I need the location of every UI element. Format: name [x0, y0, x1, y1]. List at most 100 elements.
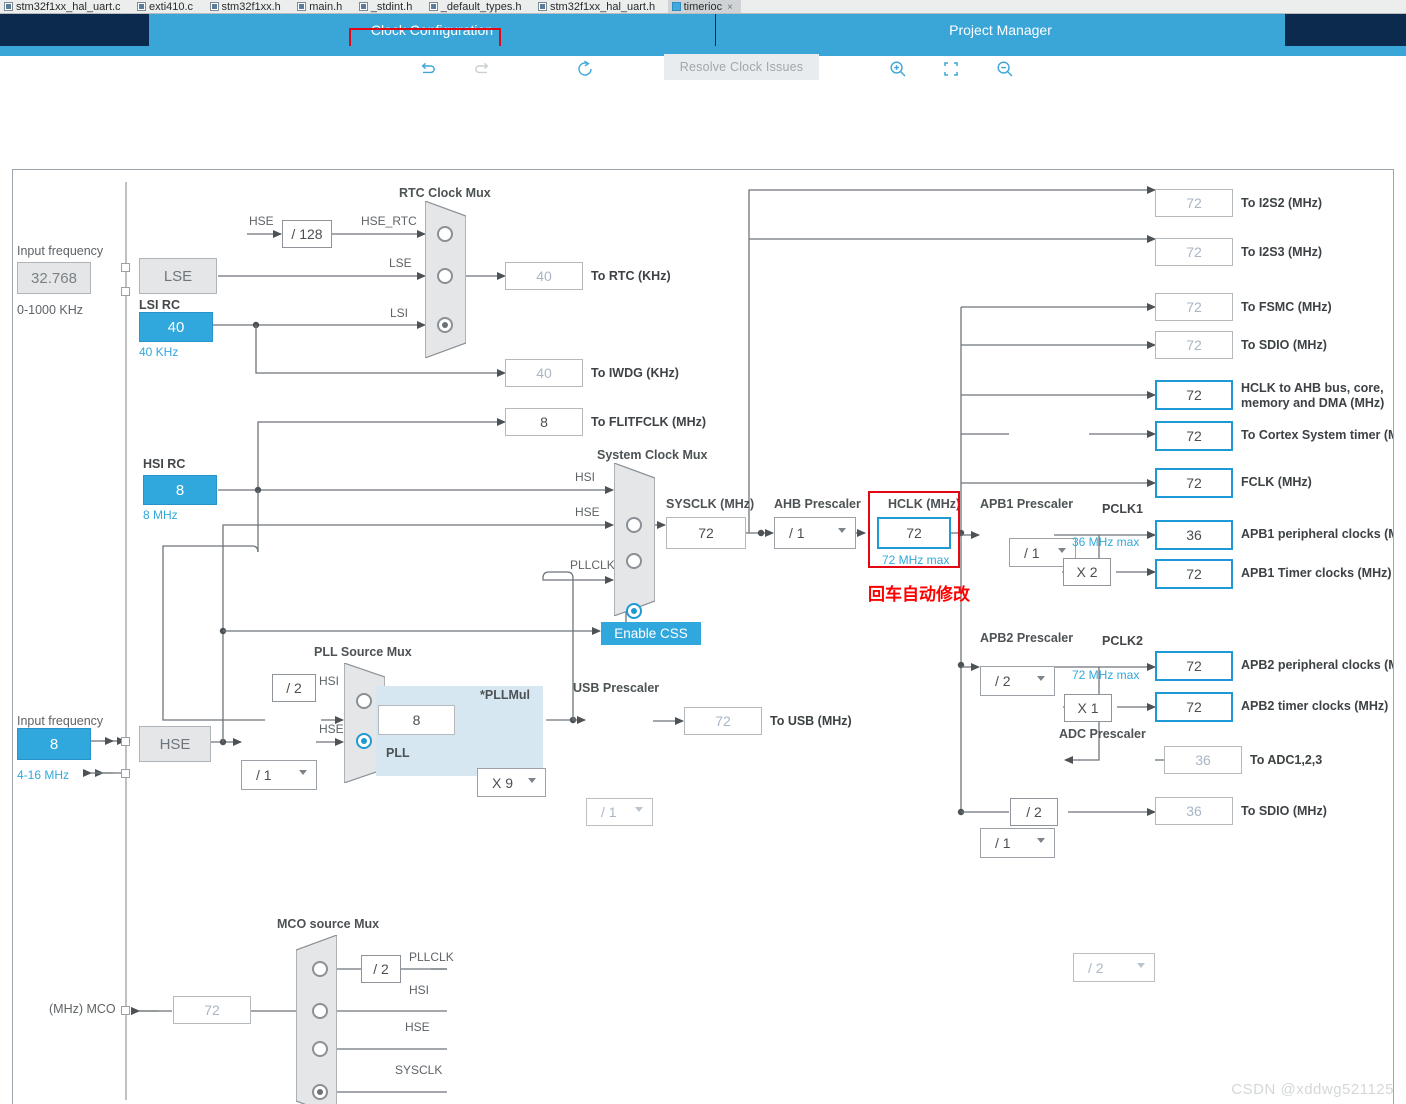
- hse-divider-select[interactable]: / 1: [241, 760, 317, 790]
- tab-clock-configuration-label: Clock Configuration: [370, 22, 494, 38]
- hse-pin-out: [121, 769, 130, 778]
- hclk-field[interactable]: 72: [877, 517, 951, 549]
- fit-to-screen-icon[interactable]: [937, 55, 965, 83]
- system-clock-mux-shape: [614, 463, 655, 616]
- pll-source-mux-title: PLL Source Mux: [314, 645, 412, 659]
- enable-css-button[interactable]: Enable CSS: [601, 622, 701, 645]
- h-file-icon: [537, 2, 547, 11]
- hse-rtc-divider: / 128: [282, 220, 332, 248]
- rtc-clock-mux[interactable]: [425, 201, 466, 358]
- apb2-prescaler-title: APB2 Prescaler: [980, 631, 1074, 645]
- editor-tab-label: timerioc: [683, 1, 723, 13]
- resolve-clock-issues-button[interactable]: Resolve Clock Issues: [664, 54, 819, 80]
- usb-prescaler-select[interactable]: / 1: [586, 798, 653, 826]
- output-field: 72: [1155, 380, 1233, 410]
- chevron-down-icon: [1037, 838, 1046, 847]
- output-field: 36: [1164, 746, 1242, 774]
- apb1-prescaler-select[interactable]: / 2: [980, 666, 1055, 696]
- editor-tab[interactable]: exti410.c: [133, 0, 202, 13]
- usb-prescaler-value: / 1: [601, 804, 617, 820]
- sysclk-mux-option-pllclk-selected[interactable]: [626, 603, 642, 619]
- redo-icon[interactable]: [468, 55, 496, 83]
- apb1-prescaler-title: APB1 Prescaler: [980, 497, 1074, 511]
- close-icon[interactable]: ×: [727, 2, 733, 13]
- output-field: 72: [1155, 421, 1233, 451]
- chevron-down-icon: [1137, 962, 1146, 972]
- hse-divider-value: / 1: [256, 767, 272, 783]
- pll-hsi-divider: / 2: [272, 674, 316, 702]
- resolve-clock-issues-label: Resolve Clock Issues: [679, 60, 804, 74]
- hse-oscillator[interactable]: HSE: [139, 726, 211, 762]
- output-label: To SDIO (MHz): [1241, 338, 1327, 352]
- h-file-icon: [209, 2, 219, 11]
- chinese-annotation: 回车自动修改: [868, 585, 970, 605]
- pll-input-field: 8: [378, 705, 455, 735]
- mco-mux-option-sysclk-selected[interactable]: [312, 1084, 328, 1100]
- mco-output-field: 72: [173, 996, 251, 1024]
- mco-mux-option-hse[interactable]: [312, 1041, 328, 1057]
- pll-source-mux-option-hsi[interactable]: [356, 693, 372, 709]
- hse-input-frequency-field[interactable]: 8: [17, 728, 91, 760]
- editor-tab-strip[interactable]: stm32f1xx_hal_uart.c exti410.c stm32f1xx…: [0, 0, 1406, 14]
- sysclk-title: SYSCLK (MHz): [666, 497, 755, 511]
- mco-mux-option-pllclk[interactable]: [312, 961, 328, 977]
- editor-tab-active[interactable]: timerioc ×: [667, 0, 741, 13]
- hsi-rc-unit-label: 8 MHz: [143, 508, 178, 522]
- output-field: 72: [1155, 238, 1233, 266]
- apb2-prescaler-select[interactable]: / 1: [980, 828, 1055, 858]
- output-field: 36: [1155, 520, 1233, 550]
- editor-tab[interactable]: stm32f1xx_hal_uart.c: [0, 0, 129, 13]
- sysclk-mux-option-hse[interactable]: [626, 553, 642, 569]
- wire-label-lsi: LSI: [390, 306, 409, 320]
- mco-mux-option-hsi[interactable]: [312, 1003, 328, 1019]
- wire-label-hse: HSE: [249, 214, 274, 228]
- hse-input-frequency-label: Input frequency: [17, 714, 104, 728]
- adc-prescaler-select[interactable]: / 2: [1073, 953, 1155, 982]
- sysclk-field: 72: [666, 517, 746, 549]
- chevron-down-icon: [838, 528, 847, 537]
- tab-clock-configuration[interactable]: Clock Configuration: [149, 14, 715, 46]
- editor-tab[interactable]: stm32f1xx.h: [205, 0, 289, 13]
- output-field: 72: [1155, 651, 1233, 681]
- tab-project-manager-label: Project Manager: [949, 22, 1052, 38]
- rtc-mux-option-lsi-selected[interactable]: [437, 317, 453, 333]
- rtc-mux-option-lse[interactable]: [437, 268, 453, 284]
- wire-label-mco-hsi: HSI: [409, 983, 430, 997]
- editor-tab[interactable]: main.h: [293, 0, 351, 13]
- editor-tab[interactable]: _stdint.h: [354, 0, 421, 13]
- output-label: APB1 Timer clocks (MHz): [1241, 566, 1392, 580]
- editor-tab[interactable]: _default_types.h: [424, 0, 530, 13]
- to-rtc-field: 40: [505, 262, 583, 290]
- hsi-rc-field[interactable]: 8: [143, 475, 217, 505]
- sdio-divider: / 2: [1010, 798, 1058, 826]
- system-clock-mux[interactable]: [614, 463, 655, 619]
- output-field: 72: [1155, 189, 1233, 217]
- rtc-mux-option-hse-rtc[interactable]: [437, 226, 453, 242]
- pll-source-mux-option-hse-selected[interactable]: [356, 733, 372, 749]
- editor-tab-label: stm32f1xx_hal_uart.c: [16, 1, 121, 13]
- wire-label-lse: LSE: [389, 256, 412, 270]
- to-iwdg-label: To IWDG (KHz): [591, 366, 679, 380]
- pllmul-value: X 9: [492, 774, 514, 791]
- ahb-prescaler-select[interactable]: / 1: [774, 517, 856, 549]
- hse-range-label: 4-16 MHz: [17, 768, 70, 782]
- lse-oscillator[interactable]: LSE: [139, 258, 217, 294]
- enable-css-label: Enable CSS: [614, 626, 688, 641]
- pllmul-select[interactable]: X 9: [477, 768, 546, 797]
- apb2-timer-multiplier: X 1: [1064, 694, 1112, 722]
- undo-icon[interactable]: [414, 55, 442, 83]
- tab-project-manager[interactable]: Project Manager: [716, 14, 1285, 46]
- lse-input-frequency-field[interactable]: 32.768: [17, 262, 91, 294]
- ioc-file-icon: [671, 2, 681, 11]
- mco-source-mux[interactable]: [296, 935, 337, 1104]
- pll-panel-label: PLL: [386, 746, 410, 760]
- sysclk-mux-option-hsi[interactable]: [626, 517, 642, 533]
- lsi-rc-field[interactable]: 40: [139, 312, 213, 342]
- editor-tab[interactable]: stm32f1xx_hal_uart.h: [533, 0, 664, 13]
- clock-tree-diagram[interactable]: Input frequency 32.768 0-1000 KHz LSE LS…: [12, 169, 1394, 1104]
- zoom-out-icon[interactable]: [991, 55, 1019, 83]
- output-label: APB2 peripheral clocks (MHz): [1241, 658, 1393, 672]
- zoom-in-icon[interactable]: [884, 55, 912, 83]
- reload-icon[interactable]: [571, 55, 599, 83]
- lse-input-frequency-label: Input frequency: [17, 244, 104, 258]
